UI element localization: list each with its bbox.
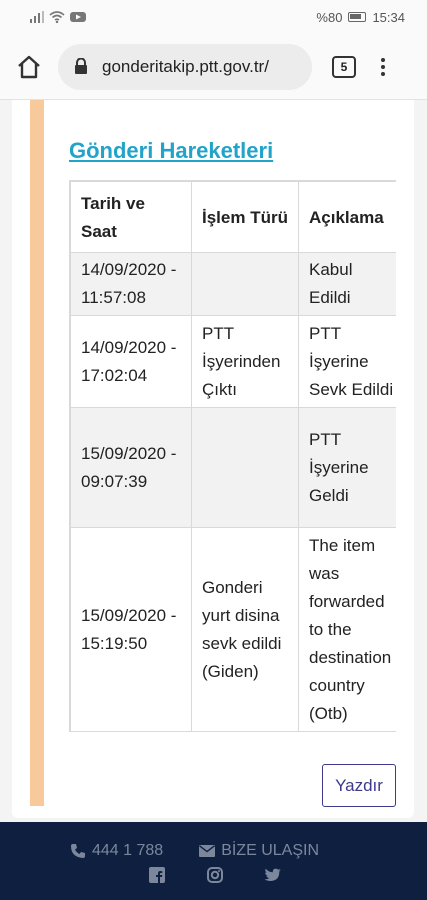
table-row: 15/09/2020 - 09:07:39 PTT İşyerine Geldi	[70, 407, 396, 528]
cell-description: PTT İşyerine Geldi	[298, 407, 396, 528]
cell-type: PTT İşyerinden Çıktı	[191, 315, 299, 408]
table-row: 15/09/2020 - 15:19:50 Gonderi yurt disin…	[70, 527, 396, 731]
header-type: İşlem Türü	[191, 181, 299, 253]
table-row: 14/09/2020 - 11:57:08 Kabul Edildi	[70, 252, 396, 316]
print-button[interactable]: Yazdır	[322, 764, 396, 807]
desc-line: to the	[309, 619, 352, 639]
home-icon	[18, 55, 40, 78]
desc-line: Sevk Edildi	[309, 379, 394, 399]
cell-date: 14/09/2020 - 17:02:04	[70, 315, 192, 408]
cell-date: 15/09/2020 - 15:19:50	[70, 527, 192, 731]
cell-description: PTT İşyerine Sevk Edildi	[298, 315, 396, 408]
phone-icon	[71, 844, 85, 858]
facebook-icon[interactable]	[148, 866, 166, 884]
contact-label: BİZE ULAŞIN	[221, 842, 319, 859]
youtube-icon	[70, 12, 86, 22]
desc-line: forwarded	[309, 591, 385, 611]
instagram-icon[interactable]	[206, 866, 224, 884]
browser-toolbar: gonderitakip.ptt.gov.tr/ 5	[0, 34, 427, 100]
home-button[interactable]	[12, 50, 46, 84]
desc-line: Geldi	[309, 485, 349, 505]
movements-table: Tarih ve Saat İşlem Türü Açıklama 14/09/…	[69, 180, 396, 732]
signal-icon	[30, 11, 44, 23]
cell-type	[191, 252, 299, 316]
status-bar: %80 15:34	[0, 0, 427, 34]
url-text: gonderitakip.ptt.gov.tr/	[102, 56, 269, 76]
accent-stripe	[30, 100, 44, 806]
contact-link[interactable]: BİZE ULAŞIN	[199, 842, 319, 860]
cell-description: The item was forwarded to the destinatio…	[298, 527, 396, 731]
menu-dots-icon[interactable]	[378, 57, 388, 76]
cell-date: 14/09/2020 - 11:57:08	[70, 252, 192, 316]
battery-icon	[348, 12, 367, 22]
cell-date: 15/09/2020 - 09:07:39	[70, 407, 192, 528]
table-header-row: Tarih ve Saat İşlem Türü Açıklama	[70, 181, 396, 253]
desc-line: PTT	[309, 429, 342, 449]
footer-contact-row: 444 1 788 BİZE ULAŞIN	[70, 842, 319, 860]
cell-type	[191, 407, 299, 528]
mail-icon	[199, 845, 216, 857]
phone-number: 444 1 788	[92, 842, 164, 859]
cell-description: Kabul Edildi	[298, 252, 396, 316]
desc-line: İşyerine	[309, 351, 369, 371]
phone-link[interactable]: 444 1 788	[70, 842, 163, 860]
table-row: 14/09/2020 - 17:02:04 PTT İşyerinden Çık…	[70, 315, 396, 408]
header-description: Açıklama	[298, 181, 396, 253]
section-title: Gönderi Hareketleri	[69, 138, 274, 163]
desc-line: PTT	[309, 323, 342, 343]
desc-line: İşyerine	[309, 457, 369, 477]
lock-icon	[74, 58, 92, 75]
header-date: Tarih ve Saat	[70, 181, 192, 253]
social-links	[148, 866, 282, 884]
desc-line: Kabul	[309, 260, 353, 279]
twitter-icon[interactable]	[264, 866, 282, 884]
wifi-icon	[49, 11, 65, 23]
cell-type: Gonderi yurt disina sevk edildi (Giden)	[191, 527, 299, 731]
clock: 15:34	[372, 9, 405, 25]
desc-line: was	[309, 563, 340, 583]
desc-line: The item	[309, 535, 376, 555]
tab-switcher-button[interactable]: 5	[332, 55, 356, 78]
battery-percent: %80	[316, 9, 343, 25]
address-bar[interactable]: gonderitakip.ptt.gov.tr/	[58, 43, 312, 90]
desc-line: (Otb)	[309, 703, 348, 723]
status-right: %80 15:34	[316, 10, 405, 25]
desc-line: destination	[309, 647, 392, 667]
desc-line: Edildi	[309, 288, 351, 307]
footer: 444 1 788 BİZE ULAŞIN	[0, 822, 427, 900]
desc-line: country	[309, 675, 365, 695]
status-icons	[30, 11, 86, 23]
